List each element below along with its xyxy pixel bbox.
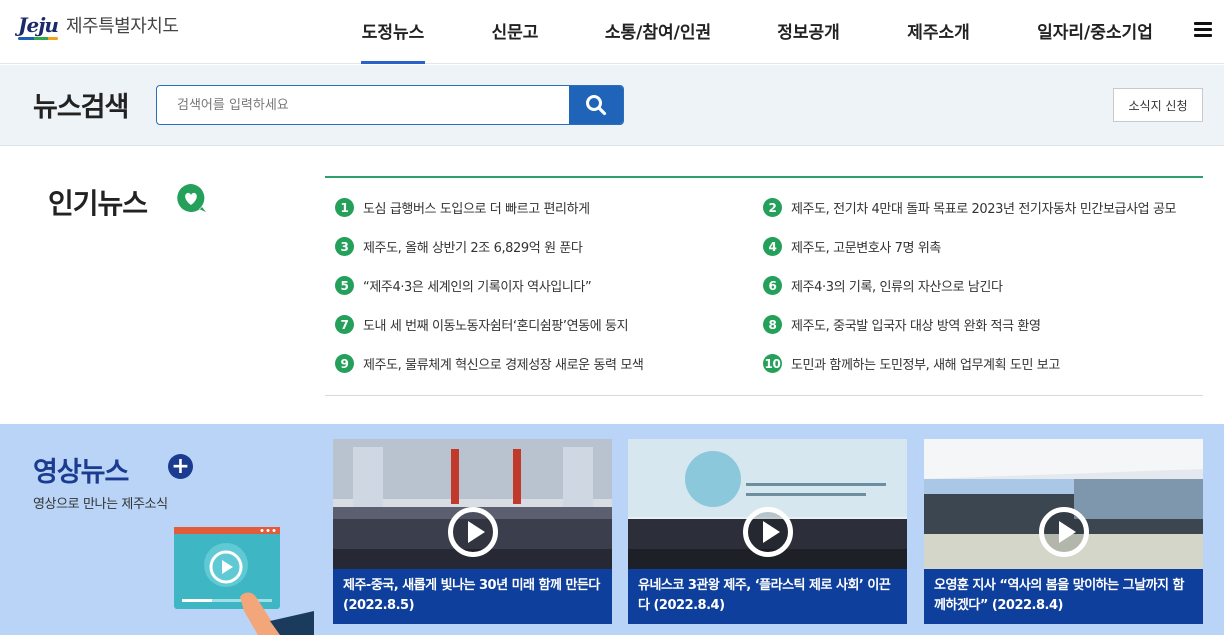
rank-badge: 7 xyxy=(335,315,354,334)
nav-item-news[interactable]: 도정뉴스 xyxy=(361,0,425,64)
news-title[interactable]: 도심 급행버스 도입으로 더 빠르고 편리하게 xyxy=(363,198,590,217)
video-caption[interactable]: 제주-중국, 새롭게 빛나는 30년 미래 함께 만든다 (2022.8.5) xyxy=(333,569,612,624)
video-card[interactable]: 제주-중국, 새롭게 빛나는 30년 미래 함께 만든다 (2022.8.5) xyxy=(333,439,612,624)
popular-title: 인기뉴스 xyxy=(48,187,148,220)
play-icon[interactable] xyxy=(742,506,793,557)
list-item[interactable]: 10 도민과 함께하는 도민정부, 새해 업무계획 도민 보고 xyxy=(763,354,1060,373)
search-title: 뉴스검색 xyxy=(33,92,129,123)
video-card[interactable]: 오영훈 지사 “역사의 봄을 맞이하는 그날까지 함께하겠다” (2022.8.… xyxy=(924,439,1203,624)
news-title[interactable]: 도내 세 번째 이동노동자쉼터‘혼디쉼팡’연동에 둥지 xyxy=(363,315,629,334)
search-icon xyxy=(586,95,607,116)
news-title[interactable]: 제주도, 중국발 입국자 대상 방역 완화 적극 환영 xyxy=(791,315,1041,334)
news-title[interactable]: 제주도, 고문변호사 7명 위촉 xyxy=(791,237,941,256)
news-title[interactable]: “제주4·3은 세계인의 기록이자 역사입니다” xyxy=(363,276,592,295)
news-title[interactable]: 도민과 함께하는 도민정부, 새해 업무계획 도민 보고 xyxy=(791,354,1060,373)
search-button[interactable] xyxy=(569,86,623,124)
rank-badge: 9 xyxy=(335,354,354,373)
more-plus-icon[interactable]: + xyxy=(168,454,193,479)
nav-item-jobs[interactable]: 일자리/중소기업 xyxy=(1035,0,1155,64)
logo-name: 제주특별자치도 xyxy=(65,16,179,37)
nav-item-information[interactable]: 정보공개 xyxy=(776,0,841,64)
rank-badge: 3 xyxy=(335,237,354,256)
video-card[interactable]: 유네스코 3관왕 제주, ‘플라스틱 제로 사회’ 이끈다 (2022.8.4) xyxy=(628,439,907,624)
heart-chat-icon xyxy=(177,184,206,212)
nav-item-participation[interactable]: 소통/참여/인권 xyxy=(603,0,713,64)
list-item[interactable]: 9 제주도, 물류체계 혁신으로 경제성장 새로운 동력 모색 xyxy=(335,354,644,373)
site-logo[interactable]: Jeju 제주특별자치도 xyxy=(18,12,179,40)
rank-badge: 5 xyxy=(335,276,354,295)
list-item[interactable]: 4 제주도, 고문변호사 7명 위촉 xyxy=(763,237,941,256)
popular-news-section: 인기뉴스 1 도심 급행버스 도입으로 더 빠르고 편리하게 2 제주도, 전기… xyxy=(0,146,1224,424)
main-nav: 도정뉴스 신문고 소통/참여/인권 정보공개 제주소개 일자리/중소기업 xyxy=(330,0,1155,64)
rank-badge: 6 xyxy=(763,276,782,295)
rank-badge: 4 xyxy=(763,237,782,256)
list-item[interactable]: 3 제주도, 올해 상반기 2조 6,829억 원 푼다 xyxy=(335,237,583,256)
video-news-section: 영상뉴스 + 영상으로 만나는 제주소식 제주-중국, 새롭게 빛나는 30년 … xyxy=(0,424,1224,635)
hamburger-menu-icon[interactable] xyxy=(1194,22,1212,37)
play-icon[interactable] xyxy=(1038,506,1089,557)
site-header: Jeju 제주특별자치도 도정뉴스 신문고 소통/참여/인권 정보공개 제주소개… xyxy=(0,0,1224,64)
nav-item-petition[interactable]: 신문고 xyxy=(491,0,539,64)
list-item[interactable]: 6 제주4·3의 기록, 인류의 자산으로 남긴다 xyxy=(763,276,1003,295)
news-search-section: 뉴스검색 소식지 신청 xyxy=(0,65,1224,146)
list-item[interactable]: 7 도내 세 번째 이동노동자쉼터‘혼디쉼팡’연동에 둥지 xyxy=(335,315,629,334)
nav-item-about[interactable]: 제주소개 xyxy=(906,0,971,64)
rank-badge: 1 xyxy=(335,198,354,217)
rank-badge: 10 xyxy=(763,354,782,373)
logo-mark: Jeju xyxy=(18,13,59,40)
play-icon[interactable] xyxy=(447,506,498,557)
news-title[interactable]: 제주도, 올해 상반기 2조 6,829억 원 푼다 xyxy=(363,237,583,256)
list-item[interactable]: 8 제주도, 중국발 입국자 대상 방역 완화 적극 환영 xyxy=(763,315,1041,334)
popular-news-list: 1 도심 급행버스 도입으로 더 빠르고 편리하게 2 제주도, 전기차 4만대… xyxy=(325,176,1203,396)
search-input[interactable] xyxy=(157,86,569,124)
list-item[interactable]: 1 도심 급행버스 도입으로 더 빠르고 편리하게 xyxy=(335,198,590,217)
video-news-title: 영상뉴스 xyxy=(33,457,129,488)
video-news-subtitle: 영상으로 만나는 제주소식 xyxy=(33,497,168,512)
subscribe-button[interactable]: 소식지 신청 xyxy=(1113,88,1203,122)
list-item[interactable]: 2 제주도, 전기차 4만대 돌파 목표로 2023년 전기자동차 민간보급사업… xyxy=(763,198,1176,217)
news-title[interactable]: 제주도, 전기차 4만대 돌파 목표로 2023년 전기자동차 민간보급사업 공… xyxy=(791,198,1176,217)
list-item[interactable]: 5 “제주4·3은 세계인의 기록이자 역사입니다” xyxy=(335,276,592,295)
search-box xyxy=(156,85,624,125)
rank-badge: 8 xyxy=(763,315,782,334)
video-player-illustration xyxy=(174,527,314,635)
rank-badge: 2 xyxy=(763,198,782,217)
news-title[interactable]: 제주도, 물류체계 혁신으로 경제성장 새로운 동력 모색 xyxy=(363,354,644,373)
video-caption[interactable]: 오영훈 지사 “역사의 봄을 맞이하는 그날까지 함께하겠다” (2022.8.… xyxy=(924,569,1203,624)
news-title[interactable]: 제주4·3의 기록, 인류의 자산으로 남긴다 xyxy=(791,276,1003,295)
video-caption[interactable]: 유네스코 3관왕 제주, ‘플라스틱 제로 사회’ 이끈다 (2022.8.4) xyxy=(628,569,907,624)
